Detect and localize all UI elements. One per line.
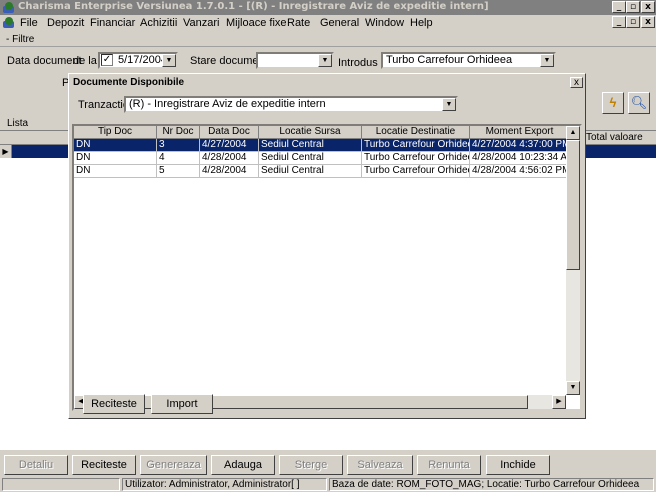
table-row[interactable]: DN 4 4/28/2004 Sediul Central Turbo Carr… [74,152,570,165]
chevron-down-icon[interactable]: ▼ [162,54,176,67]
close-button[interactable]: x [641,1,655,13]
scroll-right-icon[interactable]: ▶ [552,395,566,409]
tranzactie-label: Tranzactie [78,99,129,111]
cell-moment-export: 4/28/2004 4:56:02 PM [470,165,570,178]
menu-rate[interactable]: Rate [287,17,310,29]
menu-window[interactable]: Window [365,17,404,29]
adauga-button[interactable]: Adauga [211,455,275,475]
sterge-button[interactable]: Sterge [279,455,343,475]
menu-general[interactable]: General [320,17,359,29]
reciteste-button[interactable]: Reciteste [72,455,136,475]
cell-locatie-destinatie: Turbo Carrefour Orhideea [362,165,470,178]
title-bar: Charisma Enterprise Versiunea 1.7.0.1 - … [0,0,656,15]
col-locatie-destinatie[interactable]: Locatie Destinatie [362,126,470,139]
window-title: Charisma Enterprise Versiunea 1.7.0.1 - … [18,1,489,12]
de-la-label: de la [73,55,97,67]
lightning-icon[interactable]: ϟ [602,92,624,114]
menu-financiar[interactable]: Financiar [90,17,135,29]
col-tip-doc[interactable]: Tip Doc [74,126,157,139]
genereaza-button[interactable]: Genereaza [140,455,207,475]
renunta-button[interactable]: Renunta [417,455,481,475]
introdus-in-value: Turbo Carrefour Orhideea [386,54,513,66]
detaliu-button[interactable]: Detaliu [4,455,68,475]
cell-locatie-destinatie: Turbo Carrefour Orhideea [362,139,470,152]
status-bar: Utilizator: Administrator, Administrator… [0,477,656,492]
data-document-label: Data document [7,55,82,67]
status-pane-empty [2,478,120,491]
salveaza-button[interactable]: Salveaza [347,455,413,475]
minimize-button[interactable]: _ [612,1,626,13]
horizontal-scrollbar[interactable]: ◀ ▶ [74,395,566,409]
cell-locatie-destinatie: Turbo Carrefour Orhideea [362,152,470,165]
dialog-import-button[interactable]: Import [151,394,213,414]
app-icon [2,1,16,13]
chevron-down-icon[interactable]: ▼ [442,98,456,111]
dialog-reciteste-button[interactable]: Reciteste [83,394,145,414]
filtre-header[interactable]: - Filtre [0,33,656,47]
tranzactie-value: (R) - Inregistrare Aviz de expeditie int… [129,98,326,110]
magnifier-icon[interactable]: 🔍︎ [628,92,650,114]
stare-document-select[interactable]: ▼ [256,52,334,69]
total-valoare-header[interactable]: Total valoare [586,132,643,143]
child-close-button[interactable]: x [641,16,655,28]
menu-vanzari[interactable]: Vanzari [183,17,219,29]
cell-locatie-sursa: Sediul Central [259,139,362,152]
col-moment-export[interactable]: Moment Export [470,126,570,139]
col-nr-doc[interactable]: Nr Doc [157,126,200,139]
menu-achizitii[interactable]: Achizitii [140,17,177,29]
introdus-in-select[interactable]: Turbo Carrefour Orhideea ▼ [381,52,556,69]
cell-moment-export: 4/27/2004 4:37:00 PM [470,139,570,152]
cell-moment-export: 4/28/2004 10:23:34 AM [470,152,570,165]
cell-tip-doc: DN [74,139,157,152]
date-checkbox[interactable]: ✓ [101,54,113,66]
status-utilizator: Utilizator: Administrator, Administrator… [122,478,327,491]
menu-depozit[interactable]: Depozit [47,17,84,29]
dialog-title: Documente Disponibile [71,76,583,90]
child-maximize-button[interactable]: ▫ [626,16,640,28]
cell-data-doc: 4/28/2004 [200,152,259,165]
cell-nr-doc: 5 [157,165,200,178]
tranzactie-select[interactable]: (R) - Inregistrare Aviz de expeditie int… [124,96,458,113]
cell-tip-doc: DN [74,165,157,178]
chevron-down-icon[interactable]: ▼ [540,54,554,67]
date-field[interactable]: ✓ 5/17/2004 ▼ [98,52,178,69]
menu-help[interactable]: Help [410,17,433,29]
child-window-icon[interactable] [2,16,16,28]
cell-locatie-sursa: Sediul Central [259,152,362,165]
cell-data-doc: 4/27/2004 [200,139,259,152]
vertical-scrollbar[interactable]: ▲ ▼ [566,126,580,395]
maximize-button[interactable]: ▫ [626,1,640,13]
cell-tip-doc: DN [74,152,157,165]
cell-nr-doc: 3 [157,139,200,152]
chevron-down-icon[interactable]: ▼ [318,54,332,67]
col-data-doc[interactable]: Data Doc [200,126,259,139]
child-minimize-button[interactable]: _ [612,16,626,28]
row-indicator-icon: ▶ [0,145,12,158]
scroll-down-icon[interactable]: ▼ [566,381,580,395]
menu-bar: File Depozit Financiar Achizitii Vanzari… [0,15,656,31]
date-value: 5/17/2004 [118,54,167,66]
grid-header: Tip Doc Nr Doc Data Doc Locatie Sursa Lo… [74,126,570,140]
documents-grid[interactable]: Tip Doc Nr Doc Data Doc Locatie Sursa Lo… [72,124,582,411]
vertical-scroll-thumb[interactable] [566,140,580,270]
cell-nr-doc: 4 [157,152,200,165]
dialog-close-button[interactable]: x [570,77,583,88]
scroll-up-icon[interactable]: ▲ [566,126,580,140]
status-baza-de-date: Baza de date: ROM_FOTO_MAG; Locatie: Tur… [329,478,654,491]
cell-locatie-sursa: Sediul Central [259,165,362,178]
inchide-button[interactable]: Inchide [486,455,550,475]
col-locatie-sursa[interactable]: Locatie Sursa [259,126,362,139]
menu-file[interactable]: File [20,17,38,29]
menu-mijloace-fixe[interactable]: Mijloace fixe [226,17,287,29]
table-row[interactable]: DN 5 4/28/2004 Sediul Central Turbo Carr… [74,165,570,178]
cell-data-doc: 4/28/2004 [200,165,259,178]
table-row[interactable]: DN 3 4/27/2004 Sediul Central Turbo Carr… [74,139,570,152]
documente-disponibile-dialog: Documente Disponibile x Tranzactie (R) -… [68,73,586,419]
